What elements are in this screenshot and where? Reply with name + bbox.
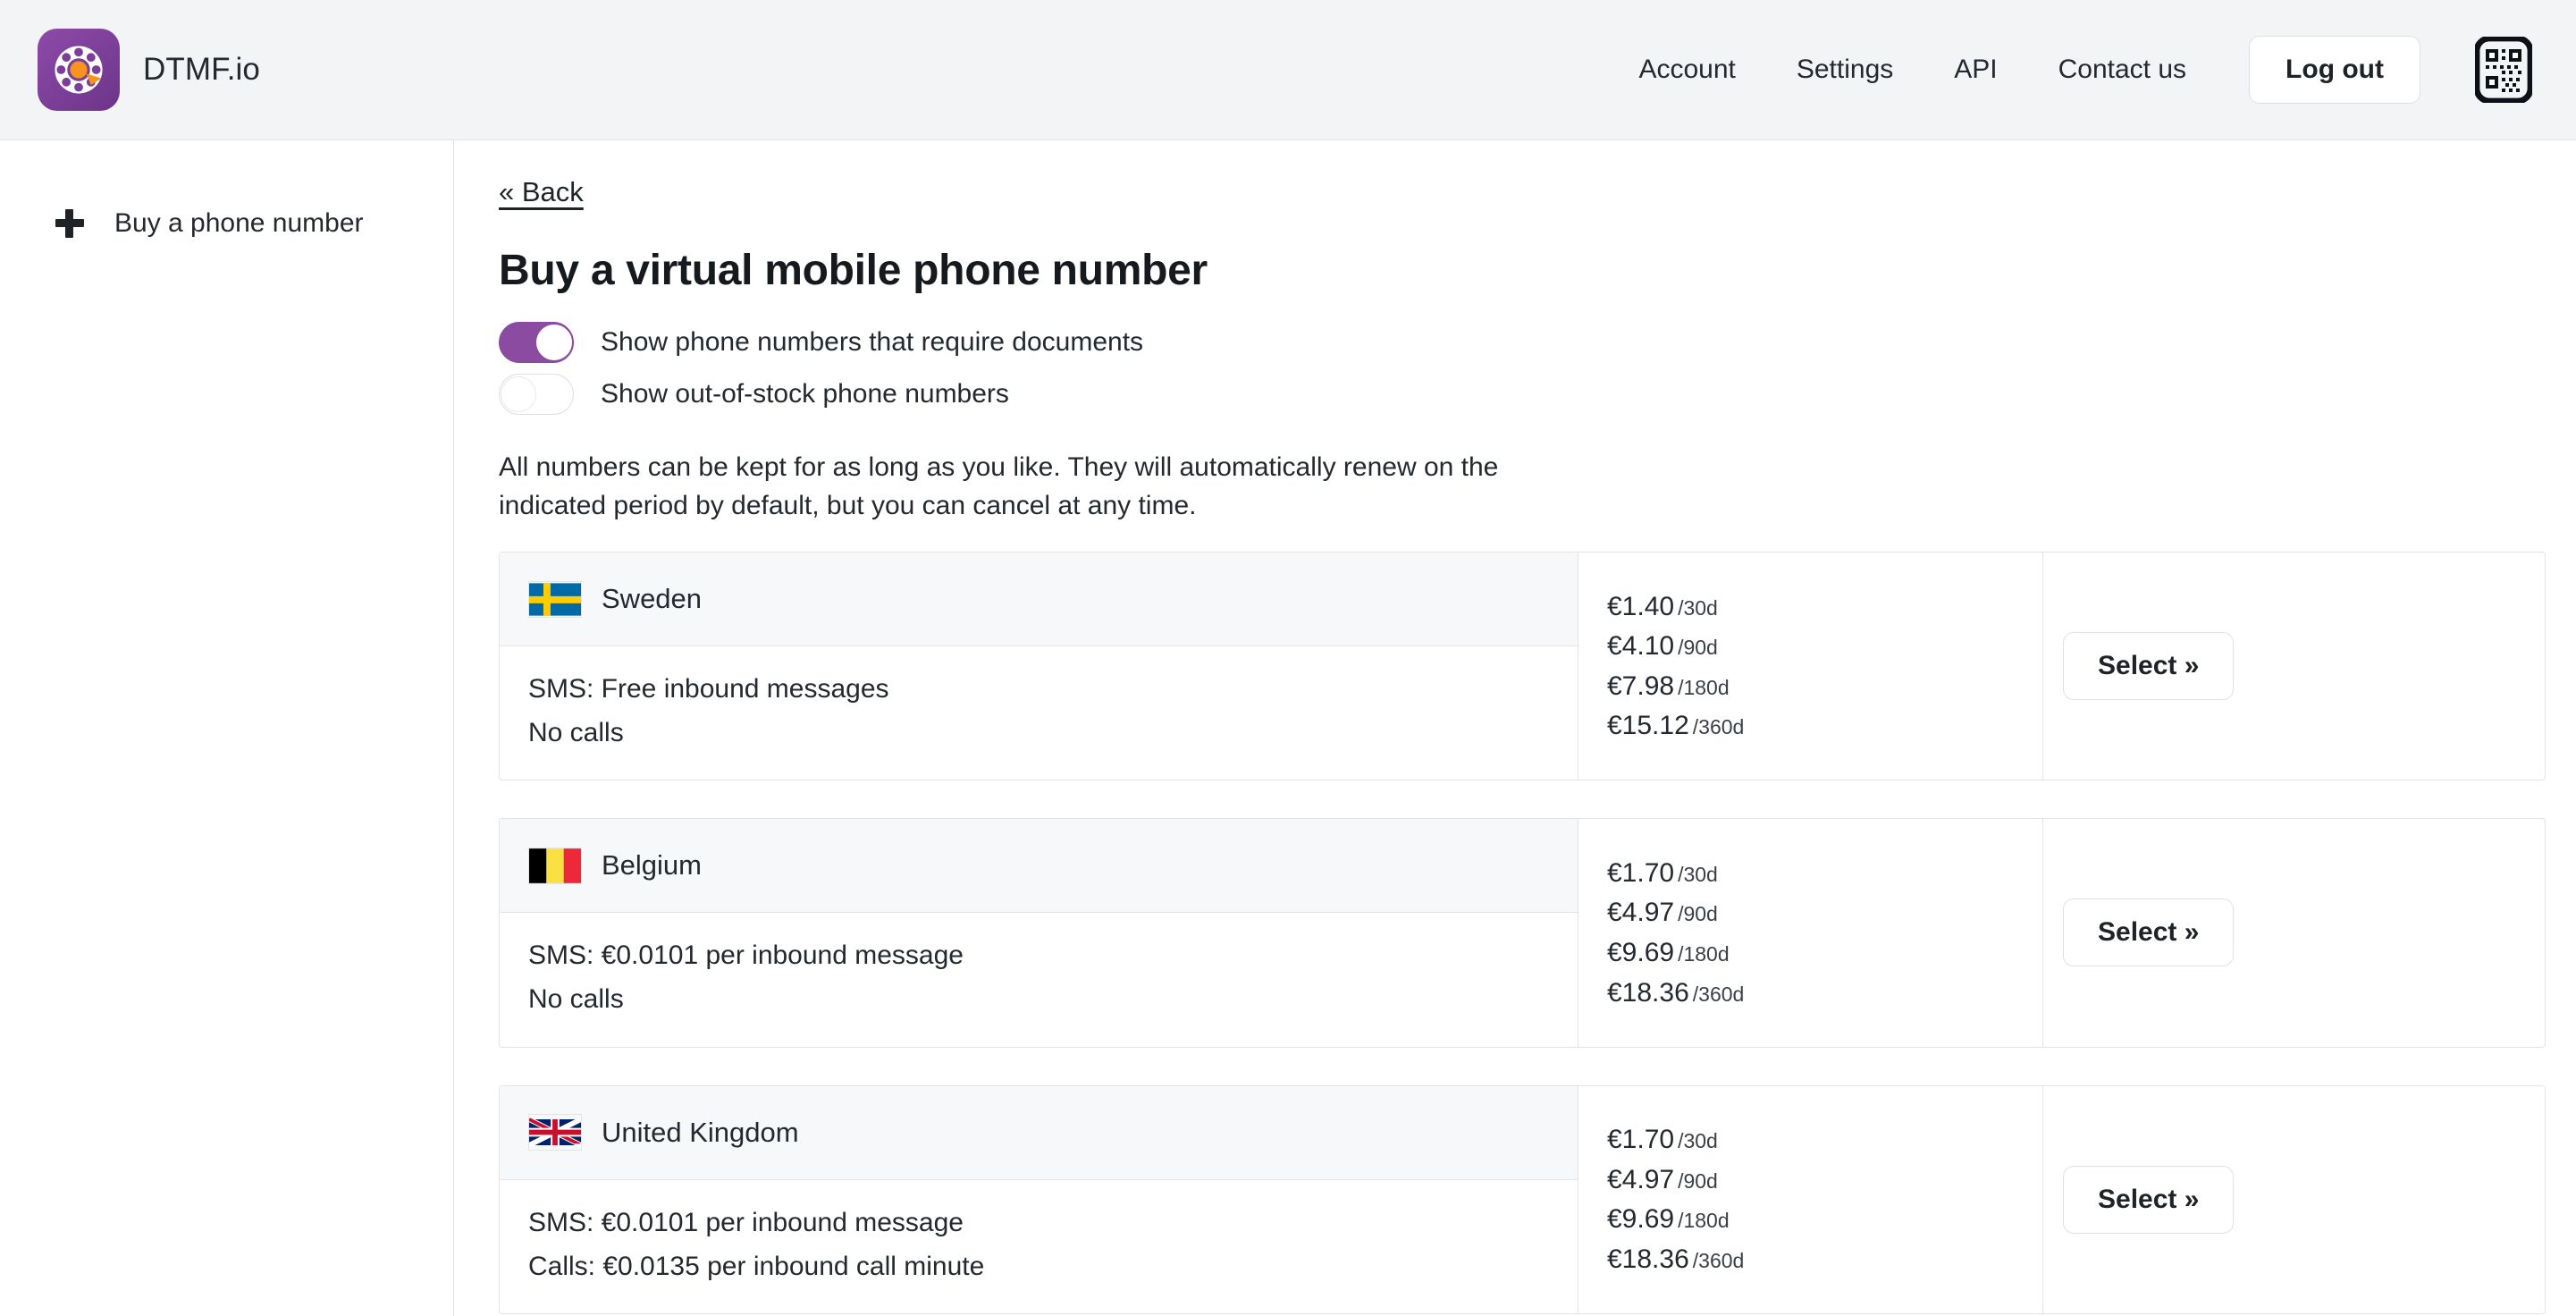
country-name: Sweden (602, 583, 702, 615)
renewal-description: All numbers can be kept for as long as y… (499, 449, 1607, 525)
feature-sms: SMS: €0.0101 per inbound message (528, 1203, 1549, 1243)
price-row: €1.70/30d (1607, 1125, 2042, 1155)
price-period: /30d (1678, 596, 1718, 620)
price-period: /30d (1678, 1129, 1718, 1152)
country-header: Sweden (500, 553, 1578, 646)
country-name: United Kingdom (602, 1117, 799, 1149)
price-row: €18.36/360d (1607, 978, 2042, 1008)
page-title: Buy a virtual mobile phone number (499, 246, 2576, 295)
price-row: €9.69/180d (1607, 938, 2042, 968)
price-row: €1.70/30d (1607, 858, 2042, 889)
country-name: Belgium (602, 849, 702, 882)
toggle-label: Show out-of-stock phone numbers (601, 379, 1009, 409)
header-nav: Account Settings API Contact us Log out (1608, 36, 2533, 104)
nav-item-contact-us[interactable]: Contact us (2028, 55, 2217, 85)
price-amount: €1.70 (1607, 858, 1674, 888)
select-button[interactable]: Select » (2063, 632, 2234, 700)
app-header: DTMF.io Account Settings API Contact us … (0, 0, 2576, 140)
price-amount: €4.97 (1607, 1165, 1674, 1194)
price-row: €4.97/90d (1607, 1165, 2042, 1195)
price-period: /180d (1678, 1209, 1730, 1232)
feature-calls: No calls (528, 980, 1549, 1019)
price-amount: €18.36 (1607, 1244, 1689, 1274)
logout-button[interactable]: Log out (2249, 36, 2420, 104)
country-info-column: Sweden SMS: Free inbound messages No cal… (500, 553, 1578, 780)
price-column: €1.40/30d €4.10/90d €7.98/180d €15.12/36… (1578, 553, 2043, 780)
country-features: SMS: Free inbound messages No calls (500, 646, 1578, 780)
flag-belgium (528, 848, 582, 884)
country-card-sweden: Sweden SMS: Free inbound messages No cal… (499, 552, 2546, 780)
flag-sweden (528, 581, 582, 618)
price-row: €1.40/30d (1607, 592, 2042, 622)
price-row: €4.97/90d (1607, 898, 2042, 928)
country-card-belgium: Belgium SMS: €0.0101 per inbound message… (499, 818, 2546, 1047)
price-row: €4.10/90d (1607, 631, 2042, 662)
sidebar-item-label: Buy a phone number (114, 208, 364, 239)
price-amount: €4.97 (1607, 898, 1674, 927)
nav-item-settings[interactable]: Settings (1766, 55, 1924, 85)
select-button[interactable]: Select » (2063, 898, 2234, 966)
price-amount: €1.70 (1607, 1125, 1674, 1154)
select-button[interactable]: Select » (2063, 1166, 2234, 1234)
country-card-united-kingdom: United Kingdom SMS: €0.0101 per inbound … (499, 1085, 2546, 1314)
country-header: Belgium (500, 819, 1578, 913)
price-amount: €4.10 (1607, 631, 1674, 661)
price-row: €15.12/360d (1607, 711, 2042, 741)
action-column: Select » (2043, 553, 2545, 780)
toggle-label: Show phone numbers that require document… (601, 327, 1143, 358)
price-row: €18.36/360d (1607, 1244, 2042, 1275)
qr-code-icon[interactable] (2474, 36, 2533, 104)
nav-item-account[interactable]: Account (1608, 55, 1765, 85)
main-content: « Back Buy a virtual mobile phone number… (454, 140, 2576, 1316)
price-period: /90d (1678, 902, 1718, 925)
price-column: €1.70/30d €4.97/90d €9.69/180d €18.36/36… (1578, 819, 2043, 1046)
toggle-switch[interactable] (499, 322, 574, 363)
price-row: €9.69/180d (1607, 1204, 2042, 1235)
country-features: SMS: €0.0101 per inbound message No call… (500, 913, 1578, 1046)
country-features: SMS: €0.0101 per inbound message Calls: … (500, 1180, 1578, 1313)
price-period: /30d (1678, 863, 1718, 886)
flag-united-kingdom (528, 1114, 582, 1151)
feature-sms: SMS: €0.0101 per inbound message (528, 936, 1549, 975)
country-list: Sweden SMS: Free inbound messages No cal… (499, 552, 2576, 1314)
toggle-knob (501, 376, 536, 412)
back-link[interactable]: « Back (499, 176, 584, 208)
price-period: /180d (1678, 676, 1730, 699)
country-info-column: United Kingdom SMS: €0.0101 per inbound … (500, 1086, 1578, 1313)
price-amount: €15.12 (1607, 711, 1689, 740)
toggle-show-documents-required[interactable]: Show phone numbers that require document… (499, 322, 1143, 363)
plus-icon (55, 209, 84, 238)
price-period: /90d (1678, 636, 1718, 659)
page-body: Buy a phone number « Back Buy a virtual … (0, 140, 2576, 1316)
action-column: Select » (2043, 1086, 2545, 1313)
country-info-column: Belgium SMS: €0.0101 per inbound message… (500, 819, 1578, 1046)
price-amount: €18.36 (1607, 978, 1689, 1008)
brand-name: DTMF.io (143, 52, 260, 88)
price-column: €1.70/30d €4.97/90d €9.69/180d €18.36/36… (1578, 1086, 2043, 1313)
price-amount: €1.40 (1607, 592, 1674, 621)
sidebar: Buy a phone number (0, 140, 454, 1316)
price-period: /180d (1678, 942, 1730, 966)
feature-calls: Calls: €0.0135 per inbound call minute (528, 1247, 1549, 1286)
rotary-dial-logo (38, 29, 120, 111)
action-column: Select » (2043, 819, 2545, 1046)
toggle-switch[interactable] (499, 374, 574, 415)
sidebar-item-buy-a-phone-number[interactable]: Buy a phone number (0, 196, 453, 251)
price-period: /360d (1693, 715, 1745, 738)
toggle-show-out-of-stock[interactable]: Show out-of-stock phone numbers (499, 374, 1009, 415)
brand-home-link[interactable]: DTMF.io (38, 29, 260, 111)
price-period: /360d (1693, 1249, 1745, 1272)
price-row: €7.98/180d (1607, 671, 2042, 702)
toggle-knob (536, 325, 572, 360)
price-period: /90d (1678, 1169, 1718, 1193)
price-amount: €9.69 (1607, 938, 1674, 967)
country-header: United Kingdom (500, 1086, 1578, 1180)
price-amount: €9.69 (1607, 1204, 1674, 1234)
price-amount: €7.98 (1607, 671, 1674, 701)
price-period: /360d (1693, 983, 1745, 1006)
nav-item-api[interactable]: API (1924, 55, 2027, 85)
feature-sms: SMS: Free inbound messages (528, 670, 1549, 709)
feature-calls: No calls (528, 713, 1549, 753)
